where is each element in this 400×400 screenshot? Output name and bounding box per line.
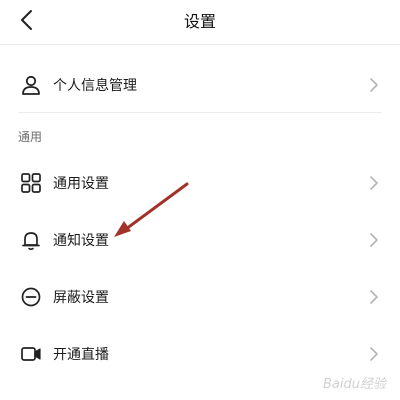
- video-camera-icon: [20, 343, 42, 365]
- block-icon: [20, 286, 42, 308]
- bell-icon: [20, 229, 42, 251]
- chevron-right-icon: [368, 289, 380, 305]
- top-bar: 设置: [0, 0, 400, 40]
- chevron-right-icon: [368, 175, 380, 191]
- row-notification-settings[interactable]: 通知设置: [0, 218, 400, 262]
- page-title: 设置: [183, 12, 216, 31]
- user-icon: [20, 74, 42, 96]
- row-general-settings[interactable]: 通用设置: [0, 161, 400, 205]
- row-live-streaming[interactable]: 开通直播: [0, 332, 400, 376]
- chevron-right-icon: [368, 77, 380, 93]
- chevron-right-icon: [368, 232, 380, 248]
- grid-icon: [20, 172, 42, 194]
- row-label: 开通直播: [53, 347, 109, 363]
- row-label: 个人信息管理: [53, 78, 137, 94]
- row-label: 通用设置: [53, 176, 109, 192]
- row-label: 通知设置: [53, 233, 109, 249]
- row-block-settings[interactable]: 屏蔽设置: [0, 275, 400, 319]
- header-divider: [0, 44, 400, 45]
- chevron-right-icon: [368, 346, 380, 362]
- row-personal-info[interactable]: 个人信息管理: [0, 63, 400, 107]
- row-label: 屏蔽设置: [53, 290, 109, 306]
- section-divider: [18, 112, 382, 113]
- section-label: 通用: [18, 130, 43, 144]
- watermark: Baidu经验: [323, 377, 386, 392]
